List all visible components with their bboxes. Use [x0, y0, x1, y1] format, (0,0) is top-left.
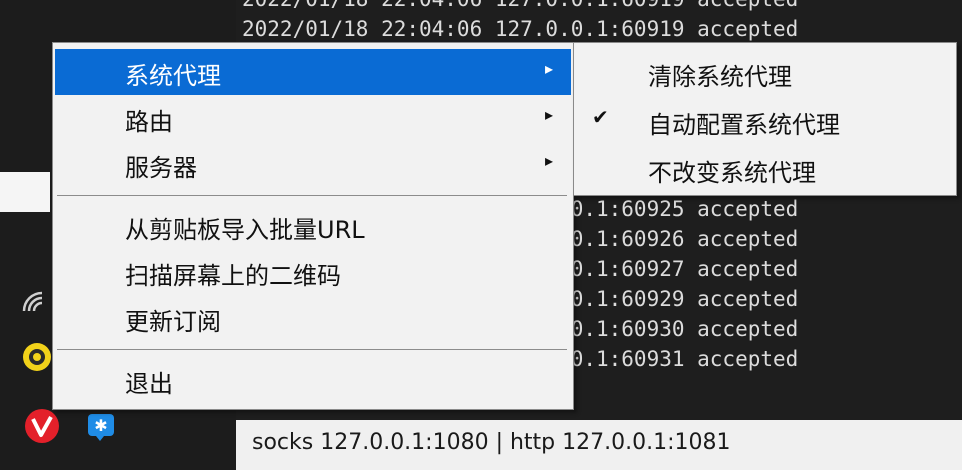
- context-menu: 系统代理 ▸ 路由 ▸ 服务器 ▸ 从剪贴板导入批量URL 扫描屏幕上的二维码 …: [52, 42, 574, 410]
- menu-item-label: 更新订阅: [125, 308, 221, 336]
- wifi-icon[interactable]: [18, 286, 52, 316]
- menu-item-label: 服务器: [125, 154, 197, 182]
- menu-item-label: 扫描屏幕上的二维码: [125, 262, 341, 290]
- log-line: 2022/01/18 22:04:06 127.0.0.1:60919 acce…: [242, 17, 799, 41]
- submenu-item-label: 不改变系统代理: [648, 159, 816, 187]
- checkmark-icon: ✔: [592, 105, 609, 129]
- chevron-right-icon: ▸: [545, 105, 554, 124]
- menu-item-label: 路由: [125, 108, 173, 136]
- status-text: socks 127.0.0.1:1080 | http 127.0.0.1:10…: [252, 430, 731, 455]
- system-proxy-submenu: 清除系统代理 ✔ 自动配置系统代理 不改变系统代理: [573, 42, 957, 196]
- status-bar: socks 127.0.0.1:1080 | http 127.0.0.1:10…: [236, 420, 962, 470]
- menu-item-routing[interactable]: 路由 ▸: [55, 95, 571, 141]
- menu-item-import-clipboard[interactable]: 从剪贴板导入批量URL: [55, 203, 571, 249]
- menu-item-label: 退出: [125, 370, 173, 398]
- submenu-item-auto-proxy[interactable]: ✔ 自动配置系统代理: [574, 97, 956, 145]
- submenu-item-label: 自动配置系统代理: [648, 111, 840, 139]
- menu-separator: [57, 195, 567, 196]
- tray-app-icon[interactable]: [20, 340, 54, 374]
- submenu-item-label: 清除系统代理: [648, 63, 792, 91]
- menu-item-exit[interactable]: 退出: [55, 357, 571, 403]
- menu-item-label: 系统代理: [125, 62, 221, 90]
- menu-separator: [57, 349, 567, 350]
- menu-item-update-subscription[interactable]: 更新订阅: [55, 295, 571, 341]
- v2ray-icon[interactable]: [22, 406, 62, 446]
- chevron-right-icon: ▸: [545, 59, 554, 78]
- log-line: 2022/01/18 22:04:06 127.0.0.1:60919 acce…: [242, 0, 798, 14]
- submenu-item-keep-proxy[interactable]: 不改变系统代理: [574, 145, 956, 193]
- bluetooth-icon[interactable]: ✱: [84, 410, 118, 444]
- chevron-right-icon: ▸: [545, 151, 554, 170]
- svg-text:✱: ✱: [94, 416, 107, 435]
- menu-item-label: 从剪贴板导入批量URL: [125, 216, 365, 244]
- menu-item-servers[interactable]: 服务器 ▸: [55, 141, 571, 187]
- submenu-item-clear-proxy[interactable]: 清除系统代理: [574, 49, 956, 97]
- taskbar-strip: [0, 172, 50, 212]
- menu-item-system-proxy[interactable]: 系统代理 ▸: [55, 49, 571, 95]
- menu-item-scan-qr[interactable]: 扫描屏幕上的二维码: [55, 249, 571, 295]
